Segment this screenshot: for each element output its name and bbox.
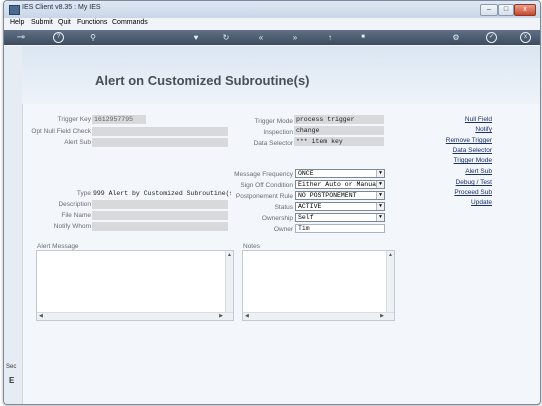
ownership-label: Ownership xyxy=(261,215,293,222)
close-window-button[interactable]: x xyxy=(514,4,536,16)
message-frequency-value: ONCE xyxy=(298,170,314,177)
owner-field[interactable]: Tim xyxy=(295,224,385,233)
notify-link[interactable]: Notify xyxy=(475,126,492,133)
postponement-rule-value: NO POSTPONEMENT xyxy=(298,192,357,199)
search-icon[interactable]: ⚲ xyxy=(88,32,98,43)
key-icon[interactable]: ⊸ xyxy=(12,32,30,43)
chevron-down-icon[interactable]: ▼ xyxy=(376,181,384,188)
message-frequency-select[interactable]: ONCE ▼ xyxy=(295,169,385,178)
menu-functions[interactable]: Functions xyxy=(77,19,107,26)
description-label: Description xyxy=(58,201,91,208)
app-window: IES Client v8.35 : My IES – □ x Help Sub… xyxy=(3,0,541,405)
owner-label: Owner xyxy=(273,226,293,233)
notify-whom-field[interactable] xyxy=(92,222,228,231)
notify-whom-label: Notify Whom xyxy=(53,223,91,230)
opt-null-field-check-field[interactable] xyxy=(92,127,228,136)
horizontal-scrollbar[interactable]: ◀ ▶ xyxy=(243,312,394,320)
scroll-up-icon[interactable]: ▲ xyxy=(388,252,393,258)
vertical-scrollbar[interactable]: ▲ xyxy=(225,251,233,320)
update-link[interactable]: Update xyxy=(471,199,492,206)
status-select[interactable]: ACTIVE ▼ xyxy=(295,202,385,211)
postponement-rule-label: Postponement Rule xyxy=(235,193,293,200)
fast-forward-icon[interactable]: » xyxy=(290,32,300,43)
scroll-right-icon[interactable]: ▶ xyxy=(380,313,384,319)
vertical-scrollbar[interactable]: ▲ xyxy=(386,251,394,320)
inspection-label: Inspection xyxy=(263,129,293,136)
sign-off-condition-label: Sign Off Condition xyxy=(240,182,293,189)
notes-textarea[interactable]: ▲ ◀ ▶ xyxy=(242,250,395,321)
scroll-up-icon[interactable]: ▲ xyxy=(227,252,232,258)
type-field: 999 Alert by Customized Subroutine(s) xyxy=(93,190,231,197)
help-icon[interactable]: ? xyxy=(53,32,64,43)
settings-icon[interactable]: ⚙ xyxy=(451,32,461,43)
ies-app-icon xyxy=(9,5,20,15)
sign-off-condition-value: Either Auto or Manual xyxy=(298,181,380,188)
type-label: Type xyxy=(76,190,91,197)
status-label: Status xyxy=(274,204,293,211)
menu-help[interactable]: Help xyxy=(10,19,24,26)
menu-submit[interactable]: Submit xyxy=(31,19,53,26)
refresh-icon[interactable]: ↻ xyxy=(221,32,231,43)
toolbar: ⊸ ? ⚲ ♥ ↻ « » ↑ ■ ⚙ ✓ x xyxy=(4,30,540,45)
data-selector-field: *** item key xyxy=(294,137,384,146)
trigger-key-field: 1612957795 xyxy=(92,115,146,124)
check-icon[interactable]: ✓ xyxy=(486,32,497,43)
horizontal-scrollbar[interactable]: ◀ ▶ xyxy=(37,312,233,320)
description-field[interactable] xyxy=(92,200,228,209)
file-name-label: File Name xyxy=(61,212,91,219)
alert-sub-link[interactable]: Alert Sub xyxy=(465,168,492,175)
heart-icon[interactable]: ♥ xyxy=(191,32,201,43)
maximize-button[interactable]: □ xyxy=(498,4,514,16)
trigger-mode-label: Trigger Mode xyxy=(254,118,293,125)
alert-message-textarea[interactable]: ▲ ◀ ▶ xyxy=(36,250,234,321)
data-selector-label: Data Selector xyxy=(253,140,293,147)
data-selector-link[interactable]: Data Selector xyxy=(453,147,492,154)
minimize-button[interactable]: – xyxy=(480,4,498,16)
chevron-down-icon[interactable]: ▼ xyxy=(376,214,384,221)
debug-test-link[interactable]: Debug / Test xyxy=(456,179,492,186)
left-strip-letter: E xyxy=(9,376,15,385)
left-strip-label: Sec xyxy=(6,364,17,370)
sign-off-condition-select[interactable]: Either Auto or Manual ▼ xyxy=(295,180,385,189)
page-title: Alert on Customized Subroutine(s) xyxy=(95,73,310,88)
rewind-icon[interactable]: « xyxy=(256,32,266,43)
scroll-left-icon[interactable]: ◀ xyxy=(245,313,249,319)
proceed-sub-link[interactable]: Proceed Sub xyxy=(454,189,492,196)
remove-trigger-link[interactable]: Remove Trigger xyxy=(446,137,492,144)
status-value: ACTIVE xyxy=(298,203,322,210)
file-name-field[interactable] xyxy=(92,211,228,220)
menu-quit[interactable]: Quit xyxy=(58,19,71,26)
chevron-down-icon[interactable]: ▼ xyxy=(376,192,384,199)
menu-commands[interactable]: Commands xyxy=(112,19,148,26)
message-frequency-label: Message Frequency xyxy=(234,171,293,178)
postponement-rule-select[interactable]: NO POSTPONEMENT ▼ xyxy=(295,191,385,200)
alert-message-label: Alert Message xyxy=(37,243,79,250)
chevron-down-icon[interactable]: ▼ xyxy=(376,170,384,177)
trigger-mode-field: process trigger xyxy=(294,115,384,124)
ownership-value: Self xyxy=(298,214,314,221)
inspection-field: change xyxy=(294,126,384,135)
title-bar: IES Client v8.35 : My IES – □ x xyxy=(4,1,540,19)
left-strip: Sec E xyxy=(4,46,23,404)
scroll-left-icon[interactable]: ◀ xyxy=(39,313,43,319)
close-icon[interactable]: x xyxy=(520,32,531,43)
null-field-link[interactable]: Null Field xyxy=(465,116,492,123)
scroll-right-icon[interactable]: ▶ xyxy=(219,313,223,319)
stop-icon[interactable]: ■ xyxy=(358,32,368,43)
chevron-down-icon[interactable]: ▼ xyxy=(376,203,384,210)
alert-sub-field[interactable] xyxy=(92,138,228,147)
upload-icon[interactable]: ↑ xyxy=(325,32,335,43)
window-title: IES Client v8.35 : My IES xyxy=(22,4,101,11)
ownership-select[interactable]: Self ▼ xyxy=(295,213,385,222)
trigger-key-label: Trigger Key xyxy=(57,116,91,123)
notes-label: Notes xyxy=(243,243,260,250)
trigger-mode-link[interactable]: Trigger Mode xyxy=(454,157,492,164)
opt-null-field-check-label: Opt Null Field Check xyxy=(31,128,91,135)
alert-sub-label: Alert Sub xyxy=(64,139,91,146)
